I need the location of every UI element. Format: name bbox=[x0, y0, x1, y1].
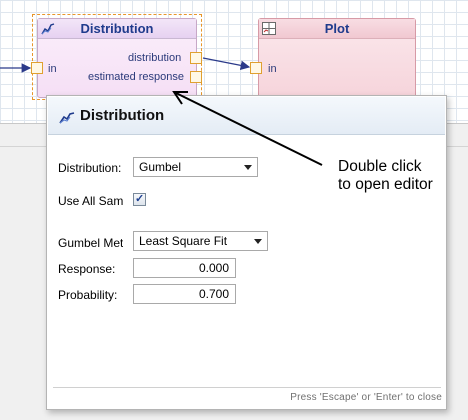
distribution-output-port[interactable] bbox=[190, 52, 202, 64]
distribution-node-title: Distribution bbox=[80, 21, 154, 36]
probability-input[interactable]: 0.700 bbox=[133, 284, 236, 304]
footer-divider bbox=[53, 387, 441, 388]
use-all-samples-label: Use All Samples bbox=[58, 194, 123, 208]
response-label: Response: bbox=[58, 262, 116, 276]
gumbel-method-label: Gumbel Method bbox=[58, 236, 123, 250]
checkbox-check-icon: ✓ bbox=[135, 193, 145, 205]
annotation-line-2: to open editor bbox=[338, 176, 433, 193]
distribution-editor-popup[interactable]: Distribution Distribution: Gumbel Use Al… bbox=[46, 95, 447, 410]
plot-node-title: Plot bbox=[324, 21, 350, 36]
probability-label: Probability: bbox=[58, 288, 118, 302]
dropdown-caret-icon bbox=[244, 165, 252, 170]
annotation-line-1: Double click bbox=[338, 158, 422, 175]
distribution-type-label: Distribution: bbox=[58, 161, 122, 175]
gumbel-method-select[interactable]: Least Square Fit bbox=[133, 231, 268, 251]
distribution-node-in-label: in bbox=[48, 63, 57, 75]
distribution-chart-icon bbox=[41, 23, 55, 35]
plot-node-in-label: in bbox=[268, 63, 277, 75]
distribution-node-in-port[interactable] bbox=[31, 62, 43, 74]
distribution-type-value: Gumbel bbox=[139, 160, 182, 174]
distribution-type-select[interactable]: Gumbel bbox=[133, 157, 258, 177]
estimated-response-output-port[interactable] bbox=[190, 71, 202, 83]
close-hint: Press 'Escape' or 'Enter' to close bbox=[290, 392, 442, 403]
distribution-node-title-bar[interactable]: Distribution bbox=[38, 19, 196, 39]
distribution-output-label: distribution bbox=[128, 52, 182, 64]
plot-node[interactable]: Plot bbox=[258, 18, 416, 98]
response-input[interactable]: 0.000 bbox=[133, 258, 236, 278]
editor-title: Distribution bbox=[80, 107, 165, 124]
plot-node-in-port[interactable] bbox=[250, 62, 262, 74]
plot-icon bbox=[262, 22, 276, 35]
gumbel-method-value: Least Square Fit bbox=[139, 234, 228, 248]
distribution-chart-icon bbox=[59, 112, 75, 124]
use-all-samples-checkbox[interactable]: ✓ bbox=[133, 193, 146, 206]
dropdown-caret-icon bbox=[254, 239, 262, 244]
annotation-callout: Double click to open editor bbox=[338, 158, 448, 194]
plot-node-title-bar[interactable]: Plot bbox=[259, 19, 415, 39]
editor-header: Distribution bbox=[48, 97, 445, 135]
estimated-response-output-label: estimated response bbox=[88, 71, 184, 83]
